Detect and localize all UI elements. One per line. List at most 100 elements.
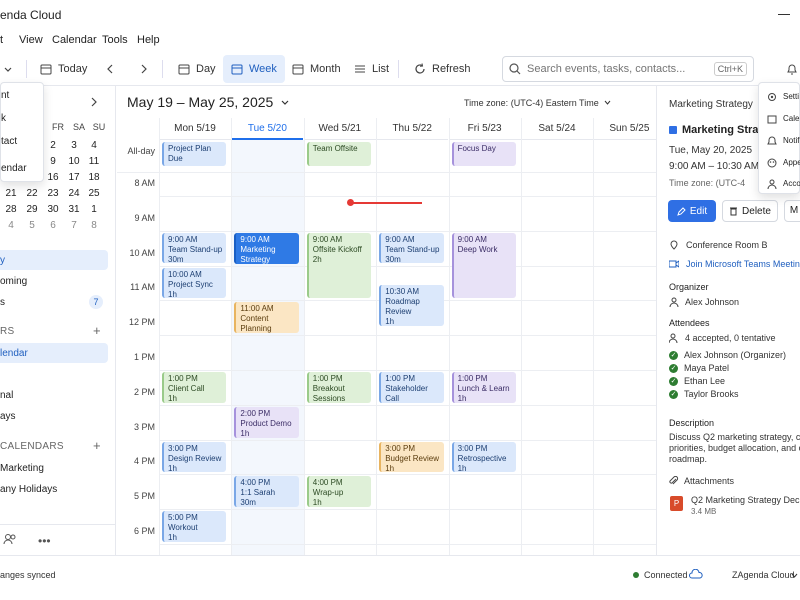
timezone-selector[interactable]: Time zone: (UTC-4) Eastern Time: [464, 98, 611, 108]
calendar-event[interactable]: 4:00 PM Wrap-up 1h: [306, 476, 372, 508]
edit-button[interactable]: Edit: [668, 200, 716, 222]
attachment-name[interactable]: Q2 Marketing Strategy Deck.pptx: [691, 495, 800, 505]
day-view-button[interactable]: Day: [170, 55, 224, 83]
mini-cal-date[interactable]: 24: [64, 188, 84, 199]
mini-cal-date[interactable]: 18: [84, 172, 104, 183]
mini-cal-date[interactable]: 28: [1, 204, 21, 215]
calendar-event[interactable]: 10:30 AM Roadmap Review 1h: [379, 285, 444, 327]
mini-cal-date[interactable]: 5: [22, 220, 42, 231]
mini-cal-date[interactable]: 31: [64, 204, 84, 215]
day-header[interactable]: Mon 5/19: [159, 118, 231, 140]
menu-tools[interactable]: Tools: [102, 34, 128, 46]
search-input[interactable]: [527, 63, 708, 75]
add-calendar-icon[interactable]: +: [93, 323, 101, 338]
calendar-event[interactable]: 3:00 PM Design Review 1h: [162, 441, 227, 473]
mini-cal-date[interactable]: 23: [43, 188, 63, 199]
mini-cal-date[interactable]: 2: [43, 140, 63, 151]
calendar-event[interactable]: 1:00 PMStakeholder Call1h: [379, 372, 444, 403]
mini-cal-date[interactable]: 30: [43, 204, 63, 215]
new-dropdown-button[interactable]: [0, 55, 18, 83]
calendar-event[interactable]: 9:00 AM Deep Work: [451, 232, 516, 299]
calendar-event[interactable]: 9:00 AM Team Stand-up 30m: [162, 232, 227, 263]
calendar-item[interactable]: ays: [0, 406, 108, 426]
sidebar-item[interactable]: y: [0, 250, 108, 270]
new-menu-calendar[interactable]: endar: [1, 163, 27, 174]
mini-cal-date[interactable]: 4: [1, 220, 21, 231]
calendar-event[interactable]: 1:00 PM Client Call 1h: [162, 372, 227, 403]
minimize-icon[interactable]: [778, 14, 790, 15]
mini-cal-date[interactable]: 25: [84, 188, 104, 199]
calendar-event[interactable]: 1:00 PMBreakout Sessions2h: [306, 372, 372, 403]
month-view-button[interactable]: Month: [284, 55, 349, 83]
mini-cal-date[interactable]: 4: [84, 140, 104, 151]
allday-event[interactable]: Team Offsite: [306, 142, 372, 166]
mini-cal-next-button[interactable]: [90, 97, 98, 107]
search-box[interactable]: Ctrl+K: [502, 56, 754, 82]
other-calendar-item[interactable]: Marketing: [0, 458, 108, 478]
people-icon[interactable]: [3, 533, 17, 545]
settings-menu-notifications[interactable]: Notif: [783, 136, 799, 145]
menu-edit[interactable]: t: [0, 34, 3, 46]
day-header[interactable]: Fri 5/23: [448, 118, 521, 140]
date-range-title[interactable]: May 19 – May 25, 2025: [127, 94, 289, 110]
calendar-event[interactable]: 3:00 PM Retrospective 1h: [451, 441, 516, 473]
add-other-calendar-icon[interactable]: +: [93, 438, 101, 453]
refresh-button[interactable]: Refresh: [406, 55, 479, 83]
notifications-button[interactable]: [784, 55, 800, 83]
calendar-event[interactable]: 1:00 PM Lunch & Learn 1h: [451, 372, 516, 403]
account-name[interactable]: ZAgenda Cloud: [732, 570, 795, 580]
new-menu-contact[interactable]: tact: [1, 136, 17, 147]
calendar-item[interactable]: nal: [0, 385, 108, 405]
calendar-event[interactable]: 9:00 AM Team Stand-up 30m: [379, 232, 444, 263]
mini-cal-date[interactable]: 22: [22, 188, 42, 199]
other-calendar-item[interactable]: any Holidays: [0, 479, 108, 499]
day-header[interactable]: Sat 5/24: [521, 118, 593, 140]
mini-cal-date[interactable]: 1: [84, 204, 104, 215]
mini-cal-date[interactable]: 9: [43, 156, 63, 167]
day-header[interactable]: Tue 5/20: [231, 118, 304, 140]
sidebar-item[interactable]: oming: [0, 271, 108, 291]
day-header[interactable]: Thu 5/22: [376, 118, 449, 140]
settings-menu-calendars[interactable]: Cale: [783, 114, 799, 123]
menu-calendar[interactable]: Calendar: [52, 34, 97, 46]
mini-cal-date[interactable]: 8: [84, 220, 104, 231]
mini-cal-date[interactable]: 16: [43, 172, 63, 183]
more-icon[interactable]: •••: [38, 534, 51, 548]
mini-cal-date[interactable]: 6: [43, 220, 63, 231]
calendar-event[interactable]: 11:00 AMContent Planning1h: [234, 302, 299, 334]
mini-cal-date[interactable]: 7: [64, 220, 84, 231]
calendar-event[interactable]: 2:00 PM Product Demo 1h: [234, 406, 299, 438]
calendar-item[interactable]: lendar: [0, 343, 108, 363]
mini-cal-date[interactable]: 29: [22, 204, 42, 215]
teams-meeting-link[interactable]: Join Microsoft Teams Meeting: [686, 259, 800, 269]
mini-cal-date[interactable]: 11: [84, 156, 104, 167]
list-view-button[interactable]: List: [346, 55, 397, 83]
day-header[interactable]: Sun 5/25: [593, 118, 666, 140]
settings-menu-settings[interactable]: Setti: [783, 92, 799, 101]
menu-view[interactable]: View: [19, 34, 43, 46]
mini-cal-date[interactable]: 10: [64, 156, 84, 167]
today-button[interactable]: Today: [32, 55, 95, 83]
mini-cal-date[interactable]: 3: [64, 140, 84, 151]
delete-button[interactable]: Delete: [722, 200, 778, 222]
new-menu-event[interactable]: nt: [1, 90, 9, 101]
calendar-event[interactable]: 10:00 AM Project Sync 1h: [162, 267, 227, 299]
settings-menu-appearance[interactable]: Appe: [783, 158, 800, 167]
calendar-event[interactable]: 5:00 PM Workout 1h: [162, 511, 227, 542]
calendar-event[interactable]: 9:00 AM Offsite Kickoff 2h: [306, 232, 372, 299]
new-menu-task[interactable]: k: [1, 113, 6, 124]
calendar-event[interactable]: 4:00 PM 1:1 Sarah 30m: [234, 476, 299, 508]
mini-cal-date[interactable]: 17: [64, 172, 84, 183]
allday-event[interactable]: Project Plan Due: [162, 142, 227, 166]
next-week-button[interactable]: [134, 55, 154, 83]
day-header[interactable]: Wed 5/21: [303, 118, 376, 140]
menu-help[interactable]: Help: [137, 34, 160, 46]
more-actions-button[interactable]: M: [784, 200, 800, 222]
settings-menu-account[interactable]: Acco: [783, 179, 800, 188]
calendar-event[interactable]: 3:00 PM Budget Review 1h: [379, 441, 444, 473]
prev-week-button[interactable]: [100, 55, 120, 83]
week-view-button[interactable]: Week: [223, 55, 285, 83]
allday-event[interactable]: Focus Day: [451, 142, 516, 166]
mini-cal-date[interactable]: 21: [1, 188, 21, 199]
calendar-event[interactable]: 9:00 AMMarketing Strategy1.5h: [234, 232, 299, 264]
